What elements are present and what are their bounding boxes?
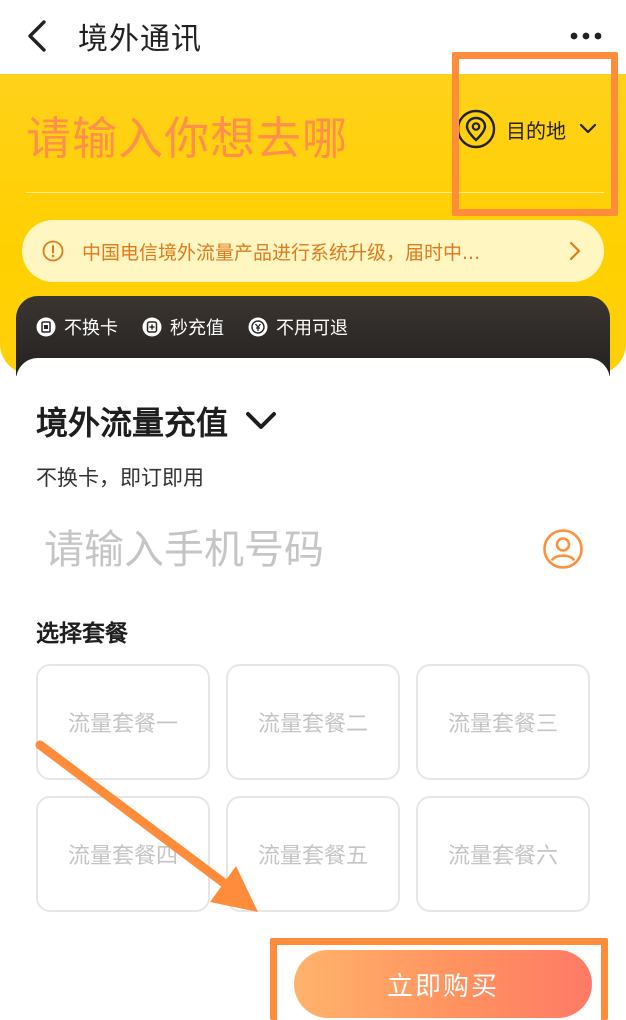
sim-card-icon — [36, 317, 56, 337]
back-button[interactable] — [22, 16, 56, 56]
contact-person-icon — [543, 529, 583, 569]
notice-banner[interactable]: 中国电信境外流量产品进行系统升级，届时中... — [22, 220, 604, 282]
annotation-highlight-destination — [452, 52, 618, 216]
product-selector[interactable]: 境外流量充值 — [36, 398, 278, 444]
instant-topup-icon — [142, 317, 162, 337]
page-title: 境外通讯 — [78, 22, 202, 57]
annotation-highlight-buy — [270, 938, 608, 1020]
phone-number-input[interactable] — [44, 522, 504, 578]
card-subtitle: 不换卡，即订即用 — [36, 466, 204, 490]
info-icon — [42, 240, 64, 262]
refund-yen-icon — [248, 317, 268, 337]
card-title: 境外流量充值 — [36, 404, 229, 442]
chevron-left-icon — [28, 20, 46, 52]
chevron-right-icon — [569, 241, 581, 261]
contacts-button[interactable] — [542, 528, 584, 570]
package-option-6[interactable]: 流量套餐六 — [416, 796, 590, 912]
package-option-2[interactable]: 流量套餐二 — [226, 664, 400, 780]
more-button[interactable] — [568, 24, 608, 48]
package-option-4[interactable]: 流量套餐四 — [36, 796, 210, 912]
topup-card: 境外流量充值 不换卡，即订即用 选择套餐 流量套餐一 流量套餐二 流量套餐三 流… — [16, 358, 610, 1020]
chevron-down-icon — [246, 412, 277, 429]
package-option-5[interactable]: 流量套餐五 — [226, 796, 400, 912]
destination-search-input[interactable]: 请输入你想去哪 — [26, 102, 348, 167]
feature-label: 秒充值 — [170, 318, 224, 339]
feature-instant-topup: 秒充值 — [142, 314, 224, 340]
feature-no-sim-change: 不换卡 — [36, 314, 118, 340]
feature-label: 不换卡 — [64, 318, 118, 339]
feature-refundable: 不用可退 — [248, 314, 348, 340]
package-section-label: 选择套餐 — [36, 621, 128, 647]
feature-label: 不用可退 — [276, 318, 348, 339]
notice-text: 中国电信境外流量产品进行系统升级，届时中... — [82, 241, 481, 264]
package-option-1[interactable]: 流量套餐一 — [36, 664, 210, 780]
package-option-3[interactable]: 流量套餐三 — [416, 664, 590, 780]
more-dots-icon — [570, 32, 602, 40]
